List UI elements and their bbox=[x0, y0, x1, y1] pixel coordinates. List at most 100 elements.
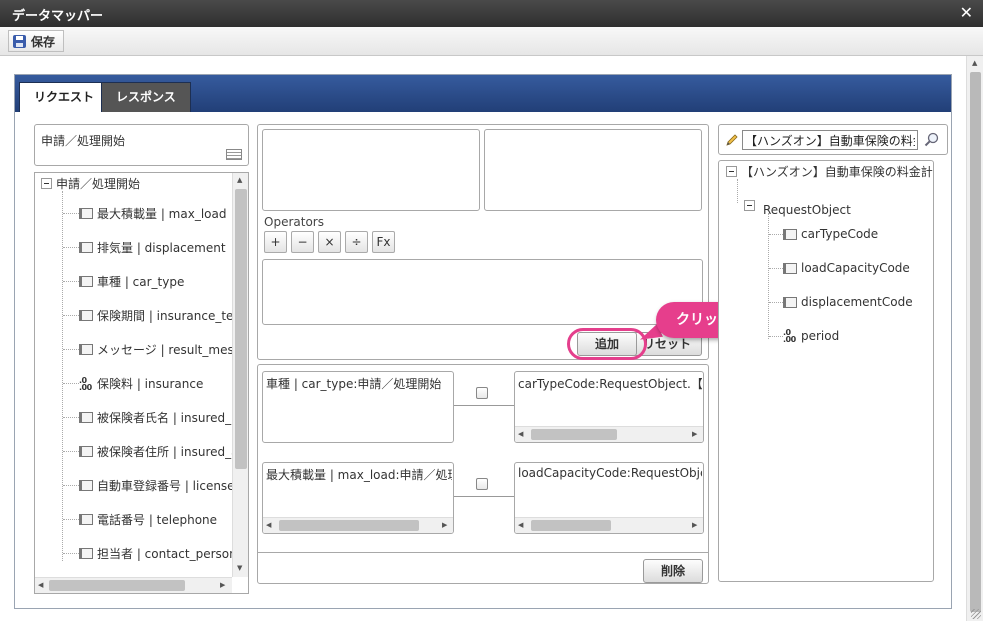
scroll-left-icon[interactable]: ◀ bbox=[518, 430, 523, 438]
target-tree-item[interactable]: displacementCode bbox=[769, 295, 913, 309]
target-tree-item[interactable]: carTypeCode bbox=[769, 227, 878, 241]
divide-operator-button[interactable]: ÷ bbox=[345, 231, 368, 253]
mapping-target-text: loadCapacityCode:RequestObject bbox=[518, 466, 702, 480]
number-icon: .0.00 bbox=[783, 328, 796, 344]
target-tree-item[interactable]: .0.00 period bbox=[769, 328, 839, 344]
source-tree-item[interactable]: 自動車登録番号 | license_ bbox=[63, 477, 241, 494]
scroll-thumb[interactable] bbox=[49, 580, 185, 591]
collapse-icon[interactable] bbox=[41, 178, 52, 189]
number-icon: .0.00 bbox=[79, 375, 92, 392]
window-titlebar: データマッパー ✕ bbox=[0, 0, 983, 27]
page-vscrollbar[interactable]: ▲ bbox=[966, 56, 983, 621]
scroll-left-icon[interactable]: ◀ bbox=[266, 521, 271, 529]
mapping-target-box[interactable]: loadCapacityCode:RequestObject ◀ ▶ bbox=[514, 462, 704, 534]
field-icon bbox=[79, 242, 93, 253]
scroll-thumb[interactable] bbox=[279, 520, 419, 531]
delete-button[interactable]: 削除 bbox=[643, 559, 703, 583]
scroll-left-icon[interactable]: ◀ bbox=[518, 521, 523, 529]
source-tree-item[interactable]: 保険期間 | insurance_terr bbox=[63, 307, 243, 324]
source-tree-item[interactable]: メッセージ | result_messag bbox=[63, 341, 248, 358]
save-button[interactable]: 保存 bbox=[8, 30, 65, 52]
source-name: 申請／処理開始 bbox=[41, 134, 126, 148]
field-icon bbox=[783, 296, 797, 308]
scroll-right-icon[interactable]: ▶ bbox=[692, 521, 697, 529]
scroll-thumb[interactable] bbox=[970, 72, 981, 612]
multiply-operator-button[interactable]: × bbox=[318, 231, 341, 253]
save-button-label: 保存 bbox=[31, 34, 56, 49]
source-tree-item[interactable]: 被保険者氏名 | insured_n bbox=[63, 409, 239, 426]
source-tree-item[interactable]: 車種 | car_type bbox=[63, 273, 184, 290]
function-operator-button[interactable]: Fx bbox=[372, 231, 395, 253]
mapping-connector bbox=[454, 496, 514, 497]
field-icon bbox=[79, 412, 93, 423]
source-name-box: 申請／処理開始 bbox=[34, 124, 249, 166]
target-tree-root[interactable]: 【ハンズオン】自動車保険の料金計算 bbox=[726, 163, 933, 180]
source-tree-item[interactable]: 担当者 | contact_personn bbox=[63, 545, 244, 562]
target-tree: 【ハンズオン】自動車保険の料金計算 RequestObject carTypeC… bbox=[718, 160, 934, 582]
collapse-icon[interactable] bbox=[726, 166, 737, 177]
mapping-source-box[interactable]: 最大積載量 | max_load:申請／処理開 ◀ ▶ bbox=[262, 462, 454, 534]
source-tree-item[interactable]: .0.00 保険料 | insurance bbox=[63, 375, 203, 392]
scroll-up-icon[interactable]: ▲ bbox=[237, 176, 242, 184]
expression-source-box[interactable] bbox=[262, 129, 480, 211]
scroll-down-icon[interactable]: ▼ bbox=[237, 564, 242, 572]
list-icon[interactable] bbox=[226, 149, 242, 160]
mapping-source-hscrollbar[interactable]: ◀ ▶ bbox=[263, 517, 453, 533]
pencil-icon[interactable] bbox=[725, 133, 739, 147]
scroll-thumb[interactable] bbox=[235, 189, 247, 469]
highlight-ring bbox=[567, 328, 647, 360]
source-tree-hscrollbar[interactable]: ◀ ▶ bbox=[35, 577, 232, 593]
source-tree-item[interactable]: 排気量 | displacement bbox=[63, 239, 226, 256]
scroll-right-icon[interactable]: ▶ bbox=[692, 430, 697, 438]
scroll-left-icon[interactable]: ◀ bbox=[38, 581, 43, 589]
search-icon[interactable] bbox=[924, 132, 939, 147]
source-tree-root[interactable]: 申請／処理開始 bbox=[41, 175, 140, 192]
mapping-source-box[interactable]: 車種 | car_type:申請／処理開始 bbox=[262, 371, 454, 443]
source-tree-vscrollbar[interactable]: ▲ ▼ bbox=[232, 173, 248, 577]
expression-input[interactable] bbox=[262, 259, 703, 325]
target-tree-object[interactable]: RequestObject bbox=[744, 193, 851, 217]
mapping-target-hscrollbar[interactable]: ◀ ▶ bbox=[515, 517, 703, 533]
field-icon bbox=[79, 310, 93, 321]
source-tree-item[interactable]: 最大積載量 | max_load bbox=[63, 205, 226, 222]
field-icon bbox=[79, 480, 93, 491]
window-title: データマッパー bbox=[12, 9, 104, 24]
mapping-target-text: carTypeCode:RequestObject.【ハン bbox=[518, 377, 702, 391]
field-icon bbox=[79, 344, 93, 355]
source-tree-item[interactable]: 電話番号 | telephone bbox=[63, 511, 217, 528]
mapping-checkbox[interactable] bbox=[476, 387, 488, 399]
resize-grip-icon[interactable] bbox=[971, 609, 981, 619]
floppy-disk-icon bbox=[13, 34, 26, 48]
field-icon bbox=[79, 446, 93, 457]
tab-bar: リクエスト レスポンス bbox=[15, 75, 951, 112]
collapse-icon[interactable] bbox=[744, 199, 755, 211]
mapping-target-box[interactable]: carTypeCode:RequestObject.【ハン ◀ ▶ bbox=[514, 371, 704, 443]
target-search-input[interactable] bbox=[742, 130, 918, 150]
mapping-source-text: 最大積載量 | max_load:申請／処理開 bbox=[266, 468, 452, 482]
field-icon bbox=[783, 262, 797, 274]
mapping-checkbox[interactable] bbox=[476, 478, 488, 490]
field-icon bbox=[79, 548, 93, 559]
tab-request[interactable]: リクエスト bbox=[19, 82, 110, 112]
operators-label: Operators bbox=[264, 215, 324, 229]
scroll-up-icon[interactable]: ▲ bbox=[972, 59, 977, 67]
source-tree: 申請／処理開始 最大積載量 | max_load 排気量 | displacem… bbox=[34, 172, 249, 594]
field-icon bbox=[79, 208, 93, 219]
field-icon bbox=[79, 514, 93, 525]
mapping-source-text: 車種 | car_type:申請／処理開始 bbox=[266, 377, 442, 391]
toolbar: 保存 bbox=[0, 27, 983, 56]
field-icon bbox=[783, 228, 797, 240]
scroll-thumb[interactable] bbox=[531, 429, 617, 440]
plus-operator-button[interactable]: + bbox=[264, 231, 287, 253]
target-search-row bbox=[718, 124, 948, 155]
tab-response[interactable]: レスポンス bbox=[101, 82, 191, 112]
close-icon[interactable]: ✕ bbox=[960, 3, 973, 22]
scroll-right-icon[interactable]: ▶ bbox=[442, 521, 447, 529]
scroll-right-icon[interactable]: ▶ bbox=[220, 581, 225, 589]
source-tree-item[interactable]: 被保険者住所 | insured_a bbox=[63, 443, 239, 460]
target-tree-item[interactable]: loadCapacityCode bbox=[769, 261, 910, 275]
minus-operator-button[interactable]: − bbox=[291, 231, 314, 253]
scroll-thumb[interactable] bbox=[531, 520, 611, 531]
mapping-target-hscrollbar[interactable]: ◀ ▶ bbox=[515, 426, 703, 442]
expression-target-box[interactable] bbox=[484, 129, 702, 211]
